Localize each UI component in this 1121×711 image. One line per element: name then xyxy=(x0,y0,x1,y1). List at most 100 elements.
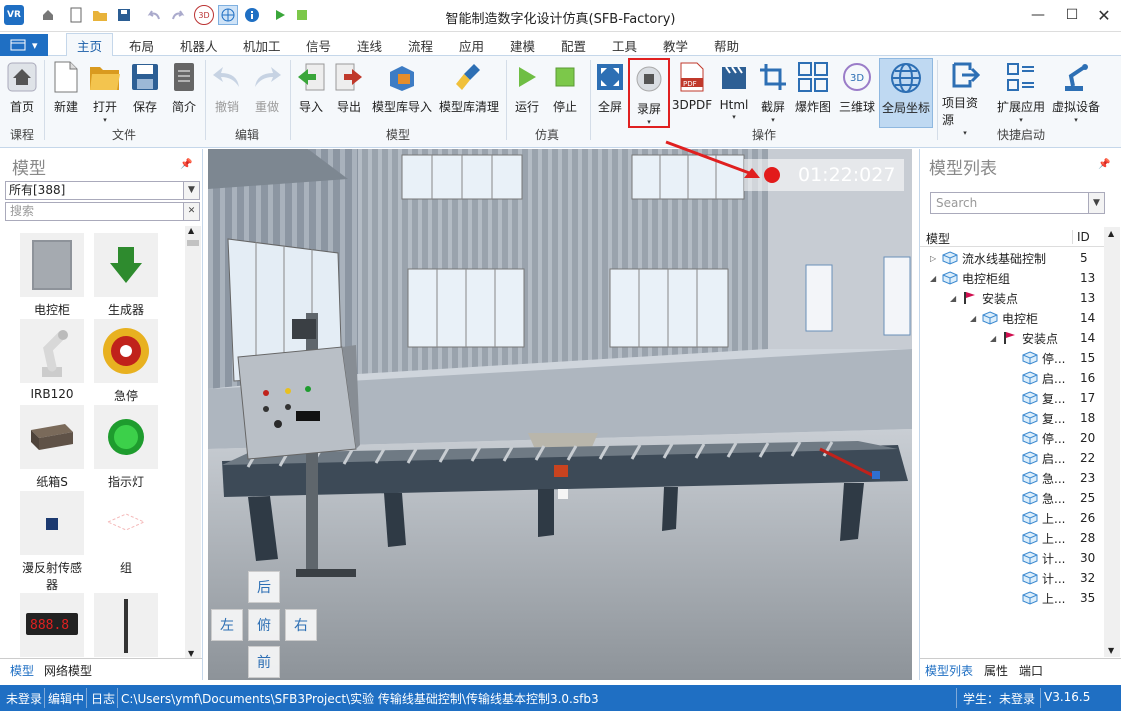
scroll-thumb[interactable] xyxy=(187,240,199,246)
login-status[interactable]: 未登录 xyxy=(6,690,42,707)
column-id-header[interactable]: ID xyxy=(1072,230,1090,244)
tree-node[interactable]: 上... xyxy=(1022,508,1065,528)
scroll-up-icon[interactable]: ▲ xyxy=(1108,229,1114,238)
scroll-down-icon[interactable]: ▼ xyxy=(1108,646,1114,655)
brief-button[interactable]: 简介 xyxy=(168,58,200,128)
redo-button[interactable]: 重做 xyxy=(250,58,284,128)
tree-node[interactable]: 上... xyxy=(1022,528,1065,548)
model-item[interactable]: 急停 xyxy=(91,319,161,404)
tab-modeling[interactable]: 建模 xyxy=(510,36,535,55)
view-front-button[interactable]: 前 xyxy=(248,646,280,678)
category-select[interactable]: 所有[388] ▼ xyxy=(5,181,200,200)
tree-node[interactable]: 计... xyxy=(1022,548,1065,568)
model-item[interactable]: 生成器 xyxy=(91,233,161,318)
open-button[interactable]: 打开 ▾ xyxy=(88,58,122,128)
model-item[interactable]: 888.8 xyxy=(17,593,87,657)
tree-node[interactable]: 急... xyxy=(1022,468,1065,488)
tab-machining[interactable]: 机加工 xyxy=(243,36,281,55)
virtual-dev-button[interactable]: 虚拟设备 ▾ xyxy=(1050,58,1102,128)
tab-signal[interactable]: 信号 xyxy=(306,36,331,55)
import-button[interactable]: 导入 xyxy=(294,58,328,128)
model-item[interactable]: 纸箱S xyxy=(17,405,87,490)
tab-application[interactable]: 应用 xyxy=(459,36,484,55)
tree-node[interactable]: 急... xyxy=(1022,488,1065,508)
pdf3d-button[interactable]: PDF 3DPDF xyxy=(672,58,712,128)
tree-node[interactable]: 复... xyxy=(1022,408,1065,428)
tab-models[interactable]: 模型 xyxy=(10,662,34,679)
collapse-icon[interactable]: ◢ xyxy=(950,294,962,303)
tree-node[interactable]: 停... xyxy=(1022,428,1065,448)
column-model-header[interactable]: 模型 xyxy=(926,230,950,247)
model-item[interactable]: IRB120 xyxy=(17,319,87,401)
collapse-icon[interactable]: ◢ xyxy=(970,314,982,323)
tab-tools[interactable]: 工具 xyxy=(612,36,637,55)
tab-wiring[interactable]: 连线 xyxy=(357,36,382,55)
pin-icon[interactable]: 📌 xyxy=(1098,159,1110,170)
pin-icon[interactable]: 📌 xyxy=(180,159,192,170)
tree-node[interactable]: ▷ 流水线基础控制 xyxy=(930,248,1046,268)
expand-icon[interactable]: ▷ xyxy=(930,254,942,263)
view-back-button[interactable]: 后 xyxy=(248,571,280,603)
tab-config[interactable]: 配置 xyxy=(561,36,586,55)
run-button[interactable]: 运行 xyxy=(512,58,542,128)
tab-process[interactable]: 流程 xyxy=(408,36,433,55)
tree-node[interactable]: 上... xyxy=(1022,588,1065,608)
stop-button[interactable]: 停止 xyxy=(550,58,580,128)
collapse-icon[interactable]: ◢ xyxy=(930,274,942,283)
model-item[interactable] xyxy=(91,593,161,657)
tree-node[interactable]: ◢ 安装点 xyxy=(990,328,1058,348)
collapse-icon[interactable]: ◢ xyxy=(990,334,1002,343)
fullscreen-button[interactable]: 全屏 xyxy=(595,58,625,128)
file-menu-button[interactable]: ▾ xyxy=(0,34,48,56)
tree-node[interactable]: ◢ 电控柜组 xyxy=(930,268,1010,288)
scroll-down-icon[interactable]: ▼ xyxy=(188,649,194,658)
lib-clean-button[interactable]: 模型库清理 xyxy=(436,58,502,128)
view-right-button[interactable]: 右 xyxy=(285,609,317,641)
tab-layout[interactable]: 布局 xyxy=(129,36,154,55)
tab-model-list[interactable]: 模型列表 xyxy=(925,662,973,679)
ball3d-button[interactable]: 3D 三维球 xyxy=(838,58,876,128)
tree-node[interactable]: 复... xyxy=(1022,388,1065,408)
model-item[interactable]: 漫反射传感器 xyxy=(17,491,87,593)
tree-node[interactable]: ◢ 安装点 xyxy=(950,288,1018,308)
tab-ports[interactable]: 端口 xyxy=(1019,662,1043,679)
ext-app-button[interactable]: 扩展应用 ▾ xyxy=(996,58,1046,128)
lib-import-button[interactable]: 模型库导入 xyxy=(370,58,434,128)
export-button[interactable]: 导出 xyxy=(332,58,366,128)
tree-node[interactable]: ◢ 电控柜 xyxy=(970,308,1038,328)
tree-search-input[interactable]: Search ▼ xyxy=(930,192,1105,214)
tab-properties[interactable]: 属性 xyxy=(984,662,1008,679)
minimize-button[interactable]: — xyxy=(1021,0,1055,30)
home-button[interactable]: 首页 xyxy=(4,58,40,128)
model-search-input[interactable]: 搜索 ✕ xyxy=(5,202,200,221)
log-button[interactable]: 日志 xyxy=(91,690,115,707)
html-button[interactable]: Html ▾ xyxy=(718,58,750,128)
model-item[interactable]: 电控柜 xyxy=(17,233,87,318)
clear-icon[interactable]: ✕ xyxy=(183,203,199,220)
screenshot-button[interactable]: 截屏 ▾ xyxy=(758,58,788,128)
chevron-down-icon[interactable]: ▼ xyxy=(183,182,199,199)
record-button[interactable]: 录屏 ▾ xyxy=(628,58,670,128)
tree-scrollbar[interactable]: ▲ ▼ xyxy=(1104,227,1120,657)
tab-home[interactable]: 主页 xyxy=(66,33,114,57)
global-coord-button[interactable]: 全局坐标 xyxy=(879,58,933,128)
student-status[interactable]: 学生：未登录 xyxy=(963,690,1035,707)
chevron-down-icon[interactable]: ▼ xyxy=(1088,193,1104,213)
scroll-up-icon[interactable]: ▲ xyxy=(188,226,194,235)
tab-network-models[interactable]: 网络模型 xyxy=(44,662,92,679)
save-button[interactable]: 保存 xyxy=(128,58,162,128)
model-list-scrollbar[interactable]: ▲ ▼ xyxy=(185,226,201,658)
tree-node[interactable]: 启... xyxy=(1022,448,1065,468)
explode-button[interactable]: 爆炸图 xyxy=(794,58,832,128)
maximize-button[interactable]: ☐ xyxy=(1055,0,1089,30)
undo-button[interactable]: 撤销 xyxy=(210,58,244,128)
tree-node[interactable]: 计... xyxy=(1022,568,1065,588)
model-item[interactable]: 组 xyxy=(91,491,161,576)
tab-robot[interactable]: 机器人 xyxy=(180,36,218,55)
model-item[interactable]: 指示灯 xyxy=(91,405,161,490)
tree-node[interactable]: 停... xyxy=(1022,348,1065,368)
close-button[interactable]: ✕ xyxy=(1087,0,1121,30)
tab-help[interactable]: 帮助 xyxy=(714,36,739,55)
tab-teaching[interactable]: 教学 xyxy=(663,36,688,55)
project-res-button[interactable]: 项目资源 ▾ xyxy=(942,58,988,137)
